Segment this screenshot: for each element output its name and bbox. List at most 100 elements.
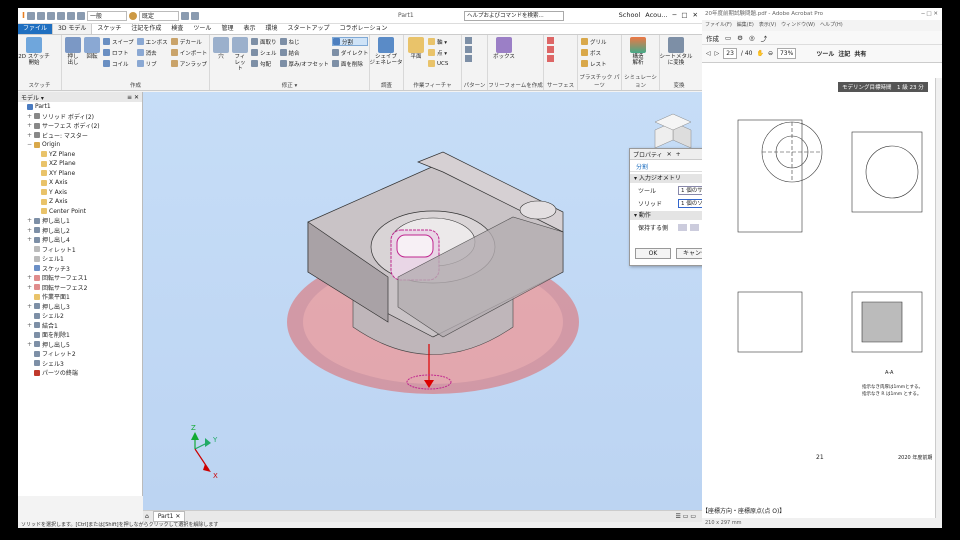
browser-title[interactable]: モデル ▾ xyxy=(21,93,44,102)
circ-pattern-icon[interactable] xyxy=(465,46,472,53)
ribbon-tab[interactable]: 表示 xyxy=(238,24,260,34)
draft-button[interactable]: 勾配 xyxy=(251,59,277,68)
tab-menu-icon[interactable]: ☰ ▭ ▭ xyxy=(675,513,696,520)
browser-node[interactable]: + 回転サーフェス1 xyxy=(18,273,142,283)
expand-toggle-icon[interactable]: + xyxy=(27,113,32,120)
ok-button[interactable]: OK xyxy=(635,248,671,259)
open-icon[interactable] xyxy=(36,11,45,20)
print-icon[interactable]: ▭ xyxy=(725,34,731,42)
create-button[interactable]: 作成 xyxy=(706,33,719,43)
ucs-button[interactable]: UCS xyxy=(428,59,448,68)
acrobat-scrollbar[interactable] xyxy=(935,78,942,528)
delete-face-button[interactable]: 面を削除 xyxy=(331,59,369,68)
ribbon-tab[interactable]: 注記を作成 xyxy=(126,24,166,34)
browser-node[interactable]: + サーフェス ボディ(2) xyxy=(18,121,142,131)
panel-add-icon[interactable]: + xyxy=(676,151,681,158)
expand-toggle-icon[interactable]: + xyxy=(27,217,32,224)
split-button[interactable]: 分割 xyxy=(331,37,369,46)
share-icon[interactable]: ⤴ xyxy=(761,33,768,43)
browser-node[interactable]: XZ Plane xyxy=(18,159,142,169)
close-icon[interactable]: ✕ xyxy=(693,11,698,19)
hand-tool-icon[interactable]: ✋ xyxy=(756,50,763,57)
browser-node[interactable]: + 押し出し5 xyxy=(18,340,142,350)
rib-button[interactable]: リブ xyxy=(136,59,168,68)
ribbon-tab[interactable]: ファイル xyxy=(18,24,53,34)
expand-toggle-icon[interactable]: + xyxy=(27,322,32,329)
undo-icon[interactable] xyxy=(56,11,65,20)
redo-icon[interactable] xyxy=(66,11,75,20)
acrobat-menubar[interactable]: ファイル(F) 編集(E) 表示(V) ウィンドウ(W) ヘルプ(H) xyxy=(702,20,942,31)
share-link[interactable]: 共有 xyxy=(854,49,866,58)
import-button[interactable]: インポート xyxy=(170,48,207,57)
expand-toggle-icon[interactable]: + xyxy=(27,341,32,348)
comment-icon[interactable]: ◎ xyxy=(749,34,755,42)
sweep-button[interactable]: スイープ xyxy=(103,37,134,46)
emboss-button[interactable]: エンボス xyxy=(136,37,168,46)
keep-top-icon[interactable] xyxy=(690,224,699,231)
page-number-input[interactable]: 23 xyxy=(723,48,737,59)
panel-close-icon[interactable]: ✕ xyxy=(667,151,672,158)
browser-node[interactable]: シェル1 xyxy=(18,254,142,264)
trim-icon[interactable] xyxy=(547,46,554,53)
browser-node[interactable]: XY Plane xyxy=(18,169,142,179)
keep-both-icon[interactable] xyxy=(678,224,687,231)
browser-node[interactable]: Z Axis xyxy=(18,197,142,207)
browser-node[interactable]: 面を削除1 xyxy=(18,330,142,340)
save-icon[interactable] xyxy=(46,11,55,20)
ribbon-tab[interactable]: 3D モデル xyxy=(52,23,93,34)
maximize-icon[interactable]: □ xyxy=(681,11,687,19)
model-canvas[interactable]: Z Y X xyxy=(143,92,702,510)
expand-toggle-icon[interactable]: + xyxy=(27,236,32,243)
browser-node[interactable]: フィレット2 xyxy=(18,349,142,359)
comment-link[interactable]: 注記 xyxy=(838,49,850,58)
ribbon-tab[interactable]: スタートアップ xyxy=(282,24,334,34)
browser-node[interactable]: フィレット1 xyxy=(18,245,142,255)
browser-node[interactable]: + 押し出し1 xyxy=(18,216,142,226)
browser-menu-icon[interactable]: ≡ ✕ xyxy=(127,94,139,101)
browser-node[interactable]: + 押し出し3 xyxy=(18,302,142,312)
direct-button[interactable]: ダイレクト xyxy=(331,48,368,57)
expand-toggle-icon[interactable]: + xyxy=(27,274,32,281)
browser-node[interactable]: Part1 xyxy=(18,102,142,112)
patch-icon[interactable] xyxy=(547,37,554,44)
help-search-input[interactable]: ヘルプおよびコマンドを検索... xyxy=(464,11,564,21)
ribbon-tab[interactable]: スケッチ xyxy=(92,24,126,34)
zoom-input[interactable]: 73% xyxy=(776,48,797,59)
browser-node[interactable]: + ビュー: マスター xyxy=(18,131,142,141)
axis-button[interactable]: 軸 ▾ xyxy=(428,37,448,46)
expand-toggle-icon[interactable]: − xyxy=(27,141,32,148)
zoom-out-icon[interactable]: ⊖ xyxy=(768,50,773,57)
grill-button[interactable]: グリル xyxy=(581,37,607,46)
viewcube-icon[interactable] xyxy=(654,113,692,149)
ribbon-tab[interactable]: 環境 xyxy=(260,24,282,34)
expand-toggle-icon[interactable]: + xyxy=(27,132,32,139)
rect-pattern-icon[interactable] xyxy=(465,37,472,44)
ribbon-tab[interactable]: コラボレーション xyxy=(335,24,393,34)
acrobat-window-controls-icon[interactable]: ─ □ ✕ xyxy=(921,8,938,20)
gear-icon[interactable]: ⚙ xyxy=(737,34,743,42)
ribbon-tab[interactable]: 検査 xyxy=(166,24,188,34)
account-menu[interactable]: Acou... xyxy=(645,11,667,19)
doc-tab-part1[interactable]: Part1 ✕ xyxy=(152,511,186,522)
fx-icon[interactable] xyxy=(190,11,199,20)
browser-node[interactable]: Center Point xyxy=(18,207,142,217)
material-icon[interactable] xyxy=(128,11,137,20)
measure-icon[interactable] xyxy=(180,11,189,20)
browser-node[interactable]: シェル2 xyxy=(18,311,142,321)
browser-node[interactable]: パーツの終端 xyxy=(18,368,142,378)
browser-node[interactable]: + 結合1 xyxy=(18,321,142,331)
new-file-icon[interactable] xyxy=(26,11,35,20)
derive-button[interactable]: 消去 xyxy=(136,48,168,57)
thread-button[interactable]: ねじ xyxy=(279,37,329,46)
appearance-dropdown[interactable]: 既定 xyxy=(138,10,179,21)
mirror-icon[interactable] xyxy=(465,55,472,62)
expand-toggle-icon[interactable]: + xyxy=(27,284,32,291)
combine-button[interactable]: 結合 xyxy=(279,48,329,57)
browser-node[interactable]: + 回転サーフェス2 xyxy=(18,283,142,293)
ribbon-tab[interactable]: ツール xyxy=(188,24,216,34)
chamfer-button[interactable]: 面取り xyxy=(251,37,277,46)
boss-button[interactable]: ボス xyxy=(581,48,607,57)
browser-node[interactable]: YZ Plane xyxy=(18,150,142,160)
browser-node[interactable]: スケッチ3 xyxy=(18,264,142,274)
browser-node[interactable]: + ソリッド ボディ(2) xyxy=(18,112,142,122)
